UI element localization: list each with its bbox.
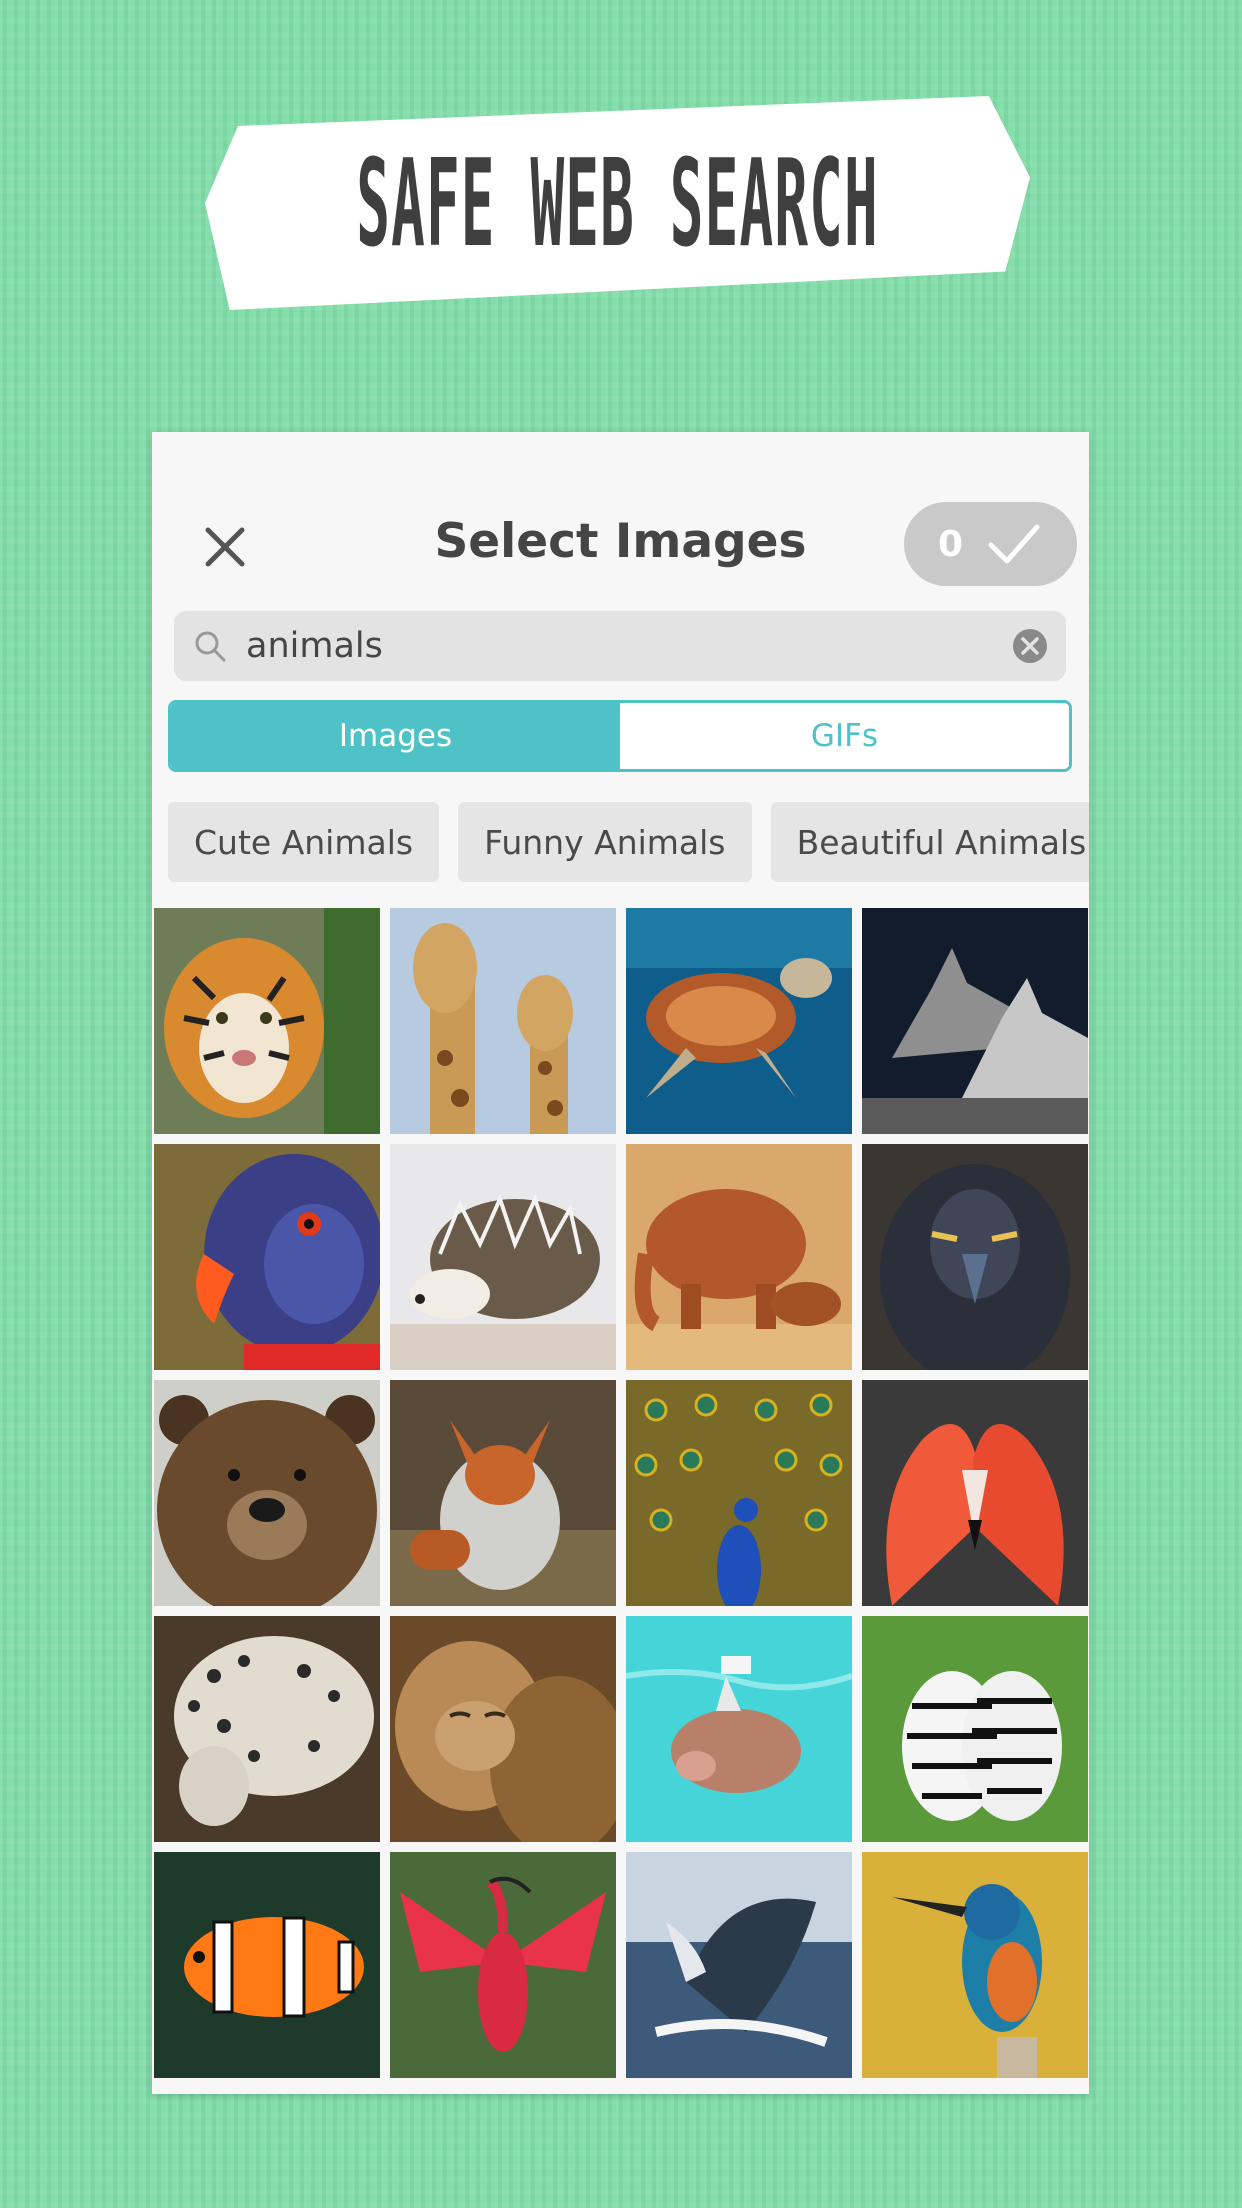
image-zebras[interactable] <box>862 1616 1088 1842</box>
image-giraffes[interactable] <box>390 908 616 1134</box>
image-kingfisher[interactable] <box>862 1852 1088 2078</box>
app-title: SAFE WEB SEARCH <box>356 132 879 274</box>
chip-cute-animals[interactable]: Cute Animals <box>168 802 440 882</box>
chip-beautiful-animals[interactable]: Beautiful Animals <box>770 802 1089 882</box>
select-images-panel: Select Images 0 Images GIFs Cute Animals… <box>152 432 1089 2094</box>
header: Select Images 0 <box>152 492 1089 612</box>
image-flamingos[interactable] <box>862 1380 1088 1606</box>
selected-count: 0 <box>937 523 964 565</box>
image-lions[interactable] <box>390 1616 616 1842</box>
image-scarlet-ibis[interactable] <box>390 1852 616 2078</box>
image-parrot[interactable] <box>154 1144 380 1370</box>
title-banner: SAFE WEB SEARCH <box>205 96 1030 310</box>
search-bar <box>174 611 1066 681</box>
image-elephants[interactable] <box>626 1144 852 1370</box>
chip-funny-animals[interactable]: Funny Animals <box>458 802 752 882</box>
checkmark-icon <box>988 524 1040 564</box>
search-input[interactable] <box>246 611 966 681</box>
image-tiger[interactable] <box>154 908 380 1134</box>
image-grid <box>154 908 1088 2078</box>
tab-gifs[interactable]: GIFs <box>620 703 1069 769</box>
image-sea-turtle[interactable] <box>626 908 852 1134</box>
suggestion-chips: Cute Animals Funny Animals Beautiful Ani… <box>168 802 1089 882</box>
close-icon <box>205 527 245 567</box>
clear-search-icon[interactable] <box>1012 628 1048 664</box>
image-peacock[interactable] <box>626 1380 852 1606</box>
media-type-tabs: Images GIFs <box>168 700 1072 772</box>
image-hedgehog[interactable] <box>390 1144 616 1370</box>
image-leopard[interactable] <box>154 1616 380 1842</box>
image-swimming-pig[interactable] <box>626 1616 852 1842</box>
close-button[interactable] <box>200 522 250 572</box>
done-button[interactable]: 0 <box>904 502 1077 586</box>
image-whale[interactable] <box>626 1852 852 2078</box>
image-clownfish[interactable] <box>154 1852 380 2078</box>
tab-images[interactable]: Images <box>171 703 620 769</box>
image-bear[interactable] <box>154 1380 380 1606</box>
image-fox[interactable] <box>390 1380 616 1606</box>
image-eagle[interactable] <box>862 1144 1088 1370</box>
search-icon <box>195 631 226 662</box>
image-wolves[interactable] <box>862 908 1088 1134</box>
